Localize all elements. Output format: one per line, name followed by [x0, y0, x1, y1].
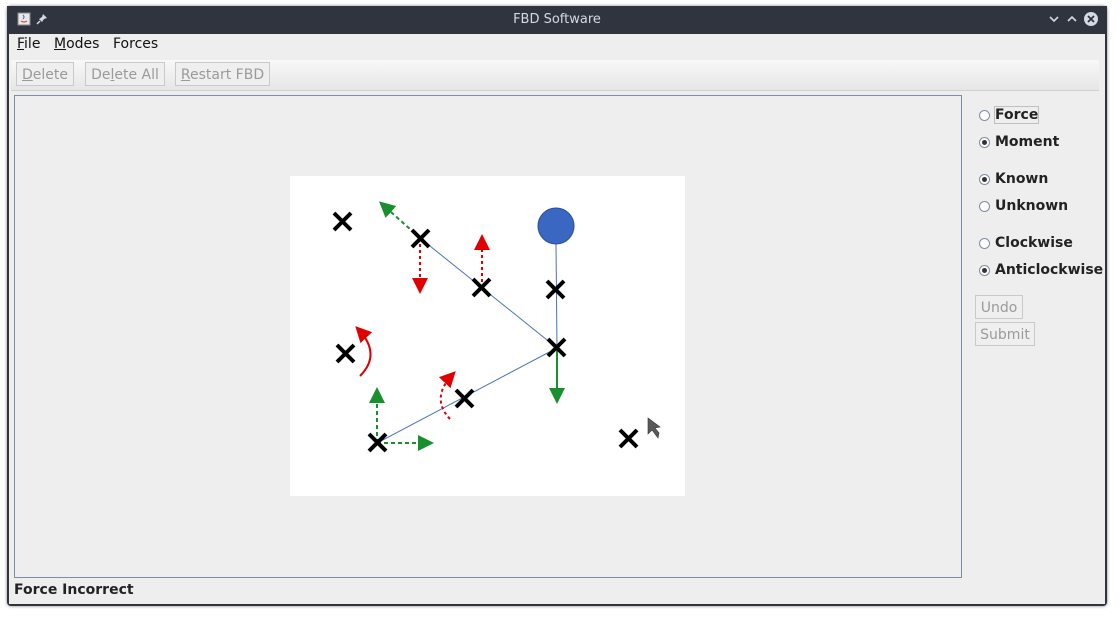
- status-label: Force Incorrect: [14, 582, 134, 598]
- radio-clockwise[interactable]: Clockwise: [979, 234, 1073, 252]
- mouse-cursor-icon: [647, 417, 661, 439]
- moment-arrow-unknown[interactable]: [438, 371, 456, 420]
- restart-label: estart FBD: [190, 67, 265, 83]
- menu-file-mnemonic: F: [17, 36, 25, 52]
- menu-modes[interactable]: Modes: [54, 36, 99, 52]
- client-area: File Modes Forces Delete Delete All Rest…: [9, 34, 1105, 604]
- menu-modes-label: odes: [66, 36, 100, 52]
- node-marker[interactable]: [367, 432, 388, 453]
- minimize-icon[interactable]: [1045, 10, 1063, 28]
- radio-force-dot: [979, 109, 990, 121]
- app-window: FBD Software File Modes Forces Delete De…: [7, 6, 1107, 606]
- fbd-drawing-area[interactable]: [290, 176, 685, 496]
- radio-anticlockwise-dot: [979, 264, 990, 276]
- restart-fbd-button[interactable]: Restart FBD: [175, 62, 270, 86]
- radio-moment-dot: [979, 136, 990, 148]
- radio-known-label: Known: [995, 171, 1049, 187]
- restart-mnemonic: R: [180, 67, 190, 83]
- fbd-diagram[interactable]: [290, 176, 685, 496]
- title-bar: FBD Software: [7, 6, 1107, 34]
- delete-all-label-start: De: [91, 67, 111, 83]
- pin-circle[interactable]: [537, 207, 575, 245]
- undo-button[interactable]: Undo: [975, 295, 1023, 319]
- delete-label: elete: [32, 67, 68, 83]
- delete-button[interactable]: Delete: [16, 62, 74, 86]
- menu-forces[interactable]: Forces: [113, 36, 158, 52]
- options-panel: Force Moment Known Unknown Clockwise Ant…: [971, 34, 1105, 604]
- members: [376, 237, 558, 444]
- submit-button[interactable]: Submit: [975, 322, 1035, 346]
- node-markers: [332, 211, 639, 453]
- fbd-canvas-panel[interactable]: [14, 95, 962, 578]
- radio-unknown-label: Unknown: [995, 198, 1069, 214]
- radio-known-dot: [979, 173, 990, 185]
- menu-modes-mnemonic: M: [54, 36, 67, 52]
- menu-bar: File Modes Forces: [9, 34, 1105, 56]
- radio-clockwise-label: Clockwise: [995, 235, 1073, 251]
- radio-anticlockwise[interactable]: Anticlockwise: [979, 261, 1103, 279]
- radio-force-label: Force: [993, 106, 1040, 124]
- node-marker[interactable]: [332, 211, 353, 232]
- maximize-icon[interactable]: [1063, 10, 1081, 28]
- radio-unknown-dot: [979, 200, 990, 212]
- known-forces: [369, 201, 565, 451]
- menu-file[interactable]: File: [17, 36, 40, 52]
- radio-moment-label: Moment: [995, 134, 1060, 150]
- node-marker[interactable]: [545, 279, 566, 300]
- delete-all-label-end: ete All: [114, 67, 159, 83]
- close-icon[interactable]: [1082, 10, 1100, 28]
- radio-clockwise-dot: [979, 237, 990, 249]
- radio-unknown[interactable]: Unknown: [979, 197, 1068, 215]
- member-line: [555, 243, 558, 349]
- node-marker[interactable]: [335, 343, 356, 364]
- radio-known[interactable]: Known: [979, 170, 1048, 188]
- toolbar: Delete Delete All Restart FBD: [11, 60, 1099, 91]
- radio-anticlockwise-label: Anticlockwise: [995, 262, 1104, 278]
- window-title: FBD Software: [513, 12, 601, 27]
- radio-moment[interactable]: Moment: [979, 133, 1059, 151]
- menu-file-label: ile: [24, 36, 41, 52]
- delete-mnemonic: D: [22, 67, 33, 83]
- node-marker[interactable]: [454, 388, 475, 409]
- delete-all-button[interactable]: Delete All: [85, 62, 165, 86]
- menu-forces-label: Forces: [113, 36, 159, 52]
- node-marker[interactable]: [618, 428, 639, 449]
- radio-force[interactable]: Force: [979, 106, 1040, 124]
- moment-arrow-known[interactable]: [355, 326, 373, 377]
